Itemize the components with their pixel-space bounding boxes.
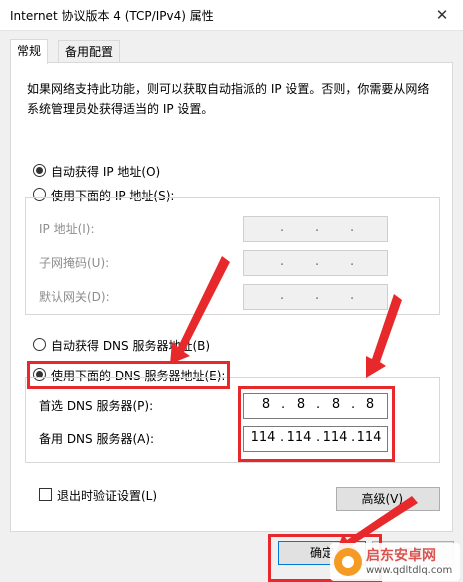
alternate-dns-octet-3: 114 — [322, 430, 348, 445]
validate-on-exit-checkbox-row[interactable]: 退出时验证设置(L) — [39, 487, 157, 505]
alternate-dns-octet-2: 114 — [286, 430, 312, 445]
ip-address-field: ... — [243, 216, 388, 242]
preferred-dns-label: 首选 DNS 服务器(P): — [39, 399, 154, 413]
default-gateway-field: ... — [243, 284, 388, 310]
radio-auto-ip-indicator[interactable] — [33, 164, 46, 177]
alternate-dns-octet-1: 114 — [250, 430, 276, 445]
alternate-dns-field[interactable]: 114 . 114 . 114 . 114 — [243, 426, 388, 452]
radio-auto-dns-indicator[interactable] — [33, 338, 46, 351]
radio-auto-ip-label: 自动获得 IP 地址(O) — [51, 165, 161, 179]
description-text: 如果网络支持此功能，则可以获取自动指派的 IP 设置。否则，你需要从网络系统管理… — [27, 82, 430, 116]
radio-auto-ip[interactable]: 自动获得 IP 地址(O) — [33, 163, 160, 181]
alternate-dns-octet-4: 114 — [356, 430, 382, 445]
default-gateway-label: 默认网关(D): — [39, 290, 110, 304]
alternate-dns-label: 备用 DNS 服务器(A): — [39, 432, 155, 446]
watermark: 启东安卓网 www.qdltdlq.com — [330, 543, 460, 581]
general-tab-panel: 如果网络支持此功能，则可以获取自动指派的 IP 设置。否则，你需要从网络系统管理… — [10, 62, 453, 532]
tab-general[interactable]: 常规 — [10, 39, 49, 64]
close-icon[interactable]: ✕ — [427, 3, 457, 27]
validate-on-exit-label: 退出时验证设置(L) — [57, 489, 158, 503]
watermark-name: 启东安卓网 — [366, 548, 436, 564]
subnet-mask-field: ... — [243, 250, 388, 276]
preferred-dns-octet-3: 8 — [331, 397, 341, 412]
title-bar: Internet 协议版本 4 (TCP/IPv4) 属性 ✕ — [0, 0, 463, 31]
radio-auto-dns-label: 自动获得 DNS 服务器地址(B) — [51, 339, 211, 353]
validate-on-exit-checkbox[interactable] — [39, 488, 52, 501]
preferred-dns-octet-4: 8 — [365, 397, 375, 412]
watermark-url: www.qdltdlq.com — [366, 565, 453, 576]
window-title: Internet 协议版本 4 (TCP/IPv4) 属性 — [10, 9, 214, 23]
preferred-dns-octet-2: 8 — [296, 397, 306, 412]
watermark-logo-icon — [334, 548, 362, 576]
subnet-mask-label: 子网掩码(U): — [39, 256, 110, 270]
preferred-dns-octet-1: 8 — [261, 397, 271, 412]
preferred-dns-field[interactable]: 8 . 8 . 8 . 8 — [243, 393, 388, 419]
radio-auto-dns[interactable]: 自动获得 DNS 服务器地址(B) — [33, 337, 210, 355]
tab-alternate-config[interactable]: 备用配置 — [58, 40, 121, 63]
ip-address-label: IP 地址(I): — [39, 222, 95, 236]
advanced-button[interactable]: 高级(V)... — [336, 487, 440, 511]
